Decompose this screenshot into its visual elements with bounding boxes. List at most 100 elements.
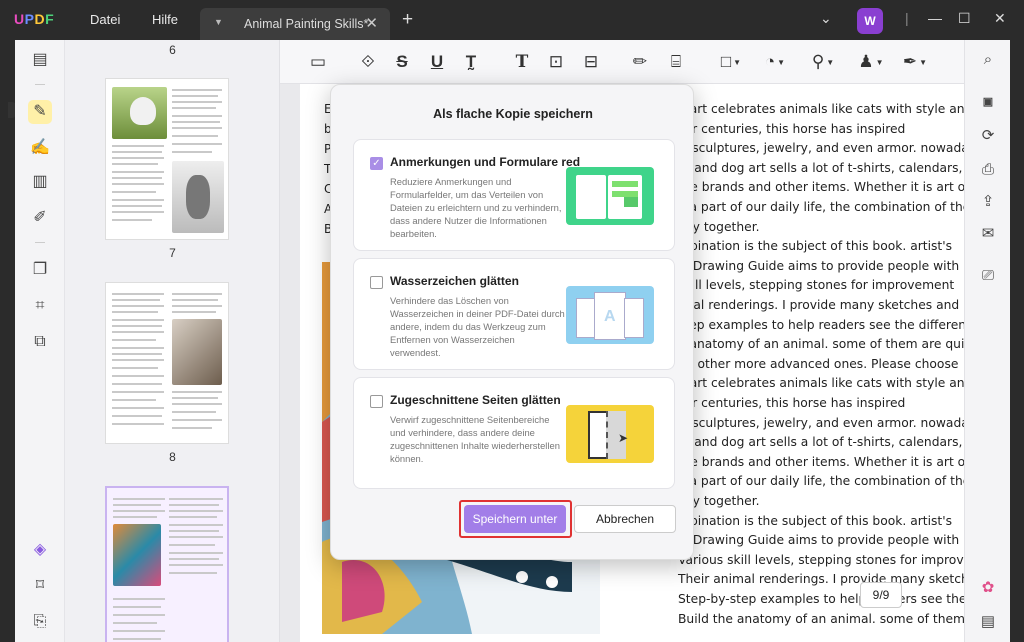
close-window-icon[interactable]: ✕ xyxy=(994,10,1006,27)
page-text-line: Various skill levels, stepping stones fo… xyxy=(678,552,964,567)
tab-dropdown-icon[interactable]: ▼ xyxy=(214,17,223,27)
text-icon[interactable]: T xyxy=(512,50,532,74)
share-icon[interactable]: ⇪ xyxy=(976,190,1000,214)
page-text-line: al Drawing Guide aims to provide people … xyxy=(678,533,960,548)
ocr-icon[interactable]: ▣ xyxy=(976,90,1000,114)
comment-icon[interactable]: ▭ xyxy=(308,50,328,74)
right-toolbar: ⌕ ▣ ⟳ ⎙ ⇪ ✉ ⎚ ✿ ▤ xyxy=(964,40,1010,642)
strikethrough-icon[interactable]: S xyxy=(392,50,412,74)
page-text-line: n art celebrates animals like cats with … xyxy=(678,102,964,116)
watermark-illustration: A xyxy=(566,286,654,344)
menu-datei[interactable]: Datei xyxy=(90,12,120,27)
document-tab[interactable]: ▼ Animal Painting Skills* ✕ xyxy=(200,8,390,40)
left-toolbar: ▤ ✎ ✍ ▥ ✐ ❐ ⌗ ⧉ ◈ ⌑ ⎘ xyxy=(15,40,65,642)
comments-panel-icon[interactable]: ▤ xyxy=(976,610,1000,634)
menu-hilfe[interactable]: Hilfe xyxy=(152,12,178,27)
chevron-down-icon[interactable]: ⌄ xyxy=(820,10,832,27)
page-text-line: nd other more advanced ones. Please choo… xyxy=(678,356,959,371)
page-indicator[interactable]: 9/9 xyxy=(860,582,902,608)
page-text-line: s, sculptures, jewelry, and even armor. … xyxy=(678,141,964,156)
checkbox-watermark[interactable] xyxy=(370,276,383,289)
option-cropped-pages[interactable]: Zugeschnittene Seiten glätten Verwirf zu… xyxy=(353,377,675,489)
page-text-line: ore brands and other items. Whether it i… xyxy=(678,454,964,469)
page-text-line: at and dog art sells a lot of t-shirts, … xyxy=(678,160,964,175)
thumbnail-label: 6 xyxy=(169,43,176,57)
page-text-line: Step-by-step examples to help readers se… xyxy=(678,592,964,606)
page-text-line: imal renderings. I provide many sketches… xyxy=(678,298,960,312)
flatten-dialog: Als flache Kopie speichern ✓ Anmerkungen… xyxy=(330,84,694,560)
text-callout-icon[interactable]: ⊟ xyxy=(581,50,601,74)
crop-icon[interactable]: ⌗ xyxy=(28,294,52,318)
avatar[interactable]: W xyxy=(857,8,883,34)
attachment-icon[interactable]: ⎘ xyxy=(28,610,52,634)
save-as-button[interactable]: Speichern unter xyxy=(464,505,566,533)
page-thumbnail-7[interactable] xyxy=(105,78,229,240)
fill-sign-icon[interactable]: ✐ xyxy=(28,206,52,230)
page-thumbnail-9[interactable] xyxy=(105,486,229,642)
page-text-line: s, sculptures, jewelry, and even armor. … xyxy=(678,415,964,430)
highlight-icon[interactable]: ⟐ xyxy=(358,50,378,74)
protect-icon[interactable]: ⧉ xyxy=(28,330,52,354)
checkbox-annotations[interactable]: ✓ xyxy=(370,157,383,170)
cancel-button[interactable]: Abbrechen xyxy=(574,505,676,533)
form-icon[interactable]: ▥ xyxy=(28,170,52,194)
divider xyxy=(35,242,45,243)
page-text-line: For centuries, this horse has inspired xyxy=(678,121,906,136)
textbox-icon[interactable]: ⊡ xyxy=(546,50,566,74)
pin-icon[interactable]: ⚲ ▼ xyxy=(808,50,838,74)
squiggly-icon[interactable]: T̰ xyxy=(461,50,481,74)
window-edge xyxy=(1010,40,1024,642)
checkbox-cropped-pages[interactable] xyxy=(370,395,383,408)
page-thumbnail-8[interactable] xyxy=(105,282,229,444)
convert-icon[interactable]: ⟳ xyxy=(976,124,1000,148)
minimize-icon[interactable]: — xyxy=(928,10,942,26)
new-tab-icon[interactable]: + xyxy=(402,9,413,31)
page-text-line: mbination is the subject of this book. a… xyxy=(678,239,953,254)
page-text-line: e a part of our daily life, the combinat… xyxy=(678,200,964,214)
option-watermark[interactable]: Wasserzeichen glätten Verhindere das Lös… xyxy=(353,258,675,370)
crop-illustration: ➤ xyxy=(566,405,654,463)
option-description: Verhindere das Löschen von Wasserzeichen… xyxy=(390,295,565,358)
option-title: Zugeschnittene Seiten glätten xyxy=(390,393,561,407)
email-icon[interactable]: ✉ xyxy=(976,222,1000,246)
sticker-icon[interactable]: ◔ ▼ xyxy=(760,50,790,74)
option-description: Reduziere Anmerkungen und Formularfelder… xyxy=(390,176,562,239)
save-icon[interactable]: ⎚ xyxy=(976,264,1000,288)
option-description: Verwirf zugeschnittene Seitenbereiche un… xyxy=(390,414,560,464)
page-text-line: mbination is the subject of this book. a… xyxy=(678,513,953,528)
page-text-line: step examples to help readers see the di… xyxy=(678,317,964,332)
protect-doc-icon[interactable]: ⎙ xyxy=(976,158,1000,182)
eraser-icon[interactable]: ⌸ xyxy=(666,50,686,74)
dialog-title: Als flache Kopie speichern xyxy=(433,107,593,121)
page-text-line: Their animal renderings. I provide many … xyxy=(678,572,964,587)
thumbnail-label: 7 xyxy=(169,246,176,260)
search-icon[interactable]: ⌕ xyxy=(976,48,1000,72)
annotation-toolbar: ▭ ⟐ S U T̰ T ⊡ ⊟ ✏ ⌸ □ ▼ ◔ ▼ ⚲ ▼ ♟ ▼ ✒ ▼ xyxy=(280,40,964,84)
divider: | xyxy=(905,10,909,26)
underline-icon[interactable]: U xyxy=(427,50,447,74)
reader-icon[interactable]: ▤ xyxy=(28,48,52,72)
layers-icon[interactable]: ◈ xyxy=(28,538,52,562)
organize-pages-icon[interactable]: ❐ xyxy=(28,258,52,282)
page-text-line: e anatomy of an animal. some of them are… xyxy=(678,337,964,352)
edit-pdf-icon[interactable]: ✍ xyxy=(28,136,52,160)
page-text-line: For centuries, this horse has inspired xyxy=(678,396,906,410)
page-text-line: e a part of our daily life, the combinat… xyxy=(678,474,964,489)
bookmark-icon[interactable]: ⌑ xyxy=(28,574,52,598)
pencil-icon[interactable]: ✏ xyxy=(630,50,650,74)
title-bar: UPDF Datei Hilfe ▼ Animal Painting Skill… xyxy=(0,0,1024,40)
shape-icon[interactable]: □ ▼ xyxy=(716,50,746,74)
signature-icon[interactable]: ✒ ▼ xyxy=(900,50,930,74)
stamp-icon[interactable]: ♟ ▼ xyxy=(856,50,886,74)
comment-mode-icon[interactable]: ✎ xyxy=(28,100,52,124)
ai-assistant-icon[interactable]: ✿ xyxy=(976,576,1000,600)
close-tab-icon[interactable]: ✕ xyxy=(365,14,378,32)
option-annotations-forms[interactable]: ✓ Anmerkungen und Formulare red Reduzier… xyxy=(353,139,675,251)
page-text-line: Build the anatomy of an animal. some of … xyxy=(678,611,964,626)
page-text-line: at and dog art sells a lot of t-shirts, … xyxy=(678,435,964,450)
option-title: Anmerkungen und Formulare red xyxy=(390,155,581,169)
tab-title: Animal Painting Skills* xyxy=(244,17,369,31)
page-text-line: al Drawing Guide aims to provide people … xyxy=(678,258,960,273)
maximize-icon[interactable]: ☐ xyxy=(958,10,971,27)
page-text-line: ore brands and other items. Whether it i… xyxy=(678,180,964,195)
